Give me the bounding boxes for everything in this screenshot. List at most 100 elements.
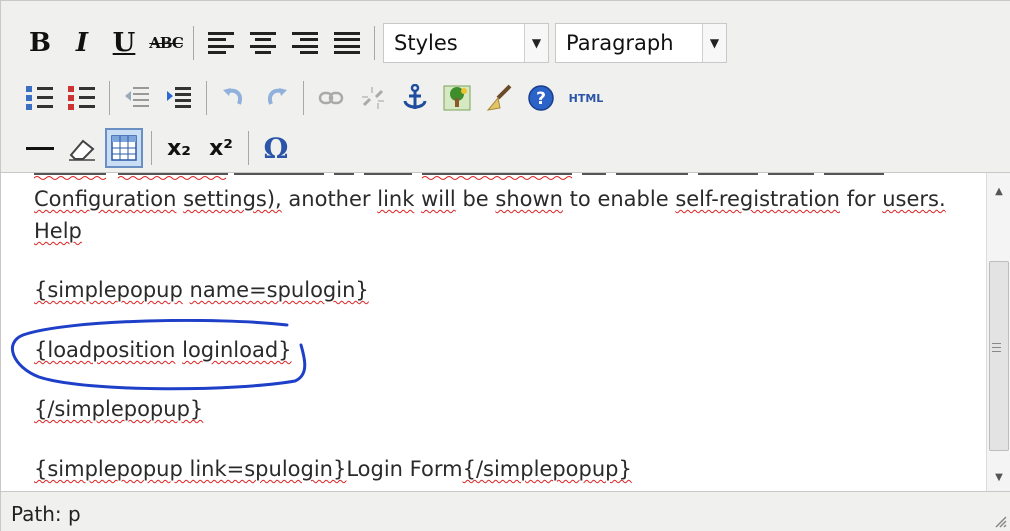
strikethrough-button[interactable]: ABC — [147, 23, 185, 63]
image-icon — [443, 85, 471, 111]
styles-select[interactable]: Styles ▼ — [383, 23, 549, 63]
html-source-label: HTML — [568, 91, 604, 105]
scroll-down-icon[interactable]: ▼ — [987, 467, 1010, 487]
broom-icon — [486, 84, 512, 111]
content-text-line: Configuration settings), another link wi… — [34, 187, 946, 211]
align-center-button[interactable] — [244, 23, 282, 63]
bold-button[interactable]: B — [21, 23, 59, 63]
align-left-button[interactable] — [202, 23, 240, 63]
scroll-up-icon[interactable]: ▲ — [987, 181, 1010, 201]
toolbar-row-1: B I U ABC Styles ▼ Paragraph ▼ — [21, 19, 733, 67]
toolbar-separator — [248, 131, 249, 165]
undo-icon — [223, 88, 242, 105]
vertical-scrollbar[interactable]: ▲ ▼ — [986, 173, 1010, 491]
outdent-button[interactable] — [118, 78, 156, 118]
content-paragraph: {simplepopup link=spulogin}Login Form{/s… — [34, 457, 632, 481]
toolbar-separator — [109, 81, 110, 115]
content-word: name=spulogin} — [189, 278, 369, 302]
toolbar-row-3: x₂ x² Ω — [21, 124, 299, 172]
content-word: be — [462, 187, 489, 211]
help-button[interactable]: ? — [522, 78, 560, 118]
numbered-list-icon — [68, 85, 96, 111]
inline-text: Login Form — [346, 457, 463, 481]
toolbar-separator — [151, 131, 152, 165]
redo-icon — [268, 88, 287, 105]
help-link[interactable]: Help — [34, 219, 82, 243]
insert-link-button[interactable] — [312, 78, 350, 118]
subscript-button[interactable]: x₂ — [160, 128, 198, 168]
content-word: another — [288, 187, 371, 211]
special-character-button[interactable]: Ω — [257, 128, 295, 168]
unlink-icon — [362, 87, 384, 109]
outdent-icon — [125, 87, 149, 107]
align-left-icon — [208, 32, 234, 54]
superscript-icon: x² — [209, 135, 233, 161]
strikethrough-icon: ABC — [149, 34, 184, 52]
bold-icon: B — [29, 28, 51, 58]
remove-format-button[interactable] — [63, 128, 101, 168]
inline-code-open: {simplepopup link=spulogin} — [34, 457, 347, 481]
status-bar: Path: p — [1, 491, 1010, 531]
unlink-button[interactable] — [354, 78, 392, 118]
align-justify-button[interactable] — [328, 23, 366, 63]
superscript-button[interactable]: x² — [202, 128, 240, 168]
scrollbar-thumb[interactable] — [989, 261, 1009, 451]
align-right-icon — [292, 32, 318, 54]
content-paragraph: {simplepopup name=spulogin} — [34, 278, 369, 302]
resize-handle-icon[interactable] — [991, 512, 1007, 528]
content-word: users. — [882, 187, 946, 211]
redo-button[interactable] — [257, 78, 295, 118]
visual-aid-button[interactable] — [105, 128, 143, 168]
anchor-icon — [403, 84, 427, 109]
content-paragraph: {/simplepopup} — [34, 397, 203, 421]
toolbar-separator — [374, 26, 375, 60]
indent-button[interactable] — [160, 78, 198, 118]
table-icon — [111, 135, 137, 161]
align-justify-icon — [334, 32, 360, 54]
content-word: self-registration — [675, 187, 840, 211]
svg-text:?: ? — [536, 89, 546, 109]
content-word: will — [421, 187, 456, 211]
toolbar-separator — [193, 26, 194, 60]
format-select[interactable]: Paragraph ▼ — [555, 23, 727, 63]
content-word: enable — [597, 187, 669, 211]
styles-select-value: Styles — [394, 31, 458, 55]
content-word: shown — [495, 187, 563, 211]
content-word: settings), — [183, 187, 282, 211]
subscript-icon: x₂ — [167, 135, 191, 161]
scroll-grip-icon — [992, 343, 1001, 352]
align-right-button[interactable] — [286, 23, 324, 63]
bullet-list-button[interactable] — [21, 78, 59, 118]
toolbar-separator — [303, 81, 304, 115]
inline-code-close: {/simplepopup} — [462, 457, 632, 481]
format-select-value: Paragraph — [566, 31, 674, 55]
indent-icon — [167, 87, 191, 108]
omega-icon: Ω — [263, 131, 289, 165]
content-word: link — [377, 187, 415, 211]
bullet-list-icon — [26, 85, 54, 111]
undo-button[interactable] — [215, 78, 253, 118]
italic-button[interactable]: I — [63, 23, 101, 63]
content-word: {/simplepopup} — [34, 397, 204, 421]
toolbar-row-2: ? HTML — [21, 74, 612, 122]
rich-text-editor: B I U ABC Styles ▼ Paragraph ▼ ? HTML x₂… — [0, 0, 1010, 531]
chevron-down-icon: ▼ — [702, 24, 726, 62]
anchor-button[interactable] — [396, 78, 434, 118]
editor-toolbar: B I U ABC Styles ▼ Paragraph ▼ ? HTML x₂… — [1, 1, 1010, 173]
cleanup-button[interactable] — [480, 78, 518, 118]
chevron-down-icon: ▼ — [524, 24, 548, 62]
clipped-text-line — [34, 173, 884, 180]
horizontal-rule-button[interactable] — [21, 128, 59, 168]
hand-drawn-circle-annotation — [10, 319, 307, 391]
toolbar-separator — [206, 81, 207, 115]
horizontal-rule-icon — [26, 146, 54, 150]
content-word: Help — [34, 219, 82, 243]
content-word: to — [569, 187, 591, 211]
underline-button[interactable]: U — [105, 23, 143, 63]
insert-image-button[interactable] — [438, 78, 476, 118]
align-center-icon — [250, 32, 276, 54]
html-source-button[interactable]: HTML — [564, 78, 608, 118]
numbered-list-button[interactable] — [63, 78, 101, 118]
help-icon: ? — [528, 85, 554, 111]
italic-icon: I — [75, 28, 89, 58]
